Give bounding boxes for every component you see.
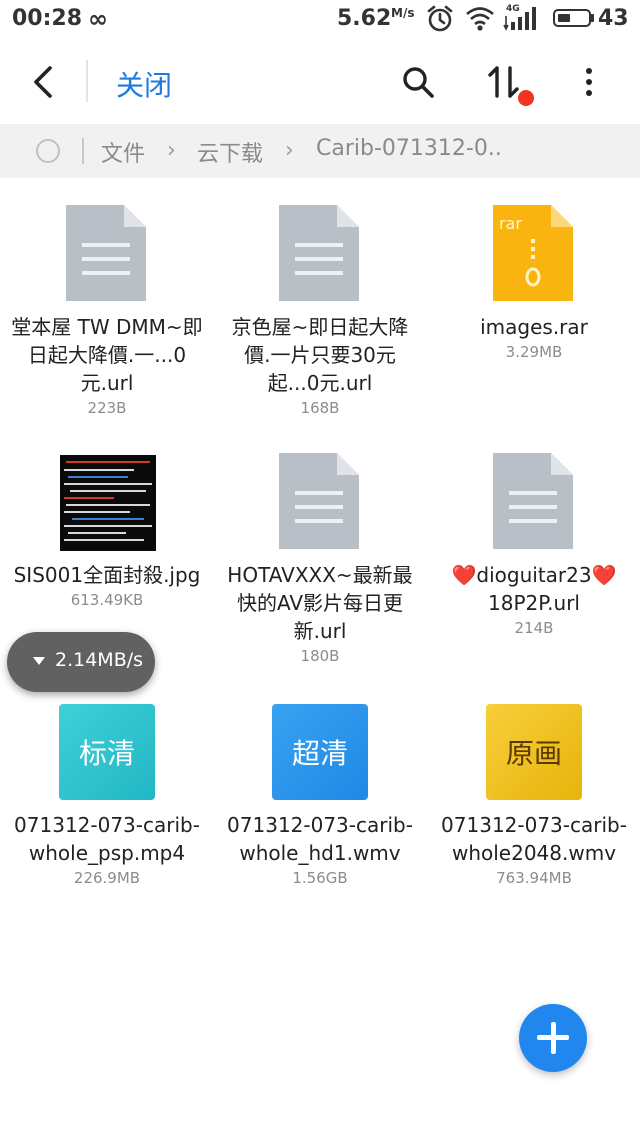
chevron-right-icon: › bbox=[167, 138, 176, 163]
url-file-icon bbox=[58, 205, 156, 303]
alarm-icon bbox=[427, 5, 453, 32]
add-button[interactable] bbox=[519, 1004, 587, 1072]
file-item[interactable]: HOTAVXXX~最新最快的AV影片每日更新.url 180B bbox=[213, 453, 427, 665]
file-size: 223B bbox=[87, 399, 127, 417]
breadcrumb: 文件 › 云下载 › Carib-071312-0.. bbox=[0, 124, 640, 178]
close-button[interactable]: 关闭 bbox=[116, 64, 172, 104]
breadcrumb-item-cloud-download[interactable]: 云下载 bbox=[197, 136, 263, 168]
file-item[interactable]: 超清 071312-073-carib-whole_hd1.wmv 1.56GB bbox=[213, 703, 427, 887]
file-name: 堂本屋 TW DMM~即日起大降價.一...0元.url bbox=[11, 315, 203, 395]
back-arrow-icon[interactable] bbox=[26, 62, 66, 102]
url-file-icon bbox=[271, 205, 369, 303]
battery-icon bbox=[553, 9, 591, 27]
image-thumbnail bbox=[58, 453, 156, 551]
file-name: 京色屋~即日起大降價.一片只要30元起...0元.url bbox=[231, 315, 409, 395]
file-item[interactable]: SIS001全面封殺.jpg 613.49KB bbox=[0, 453, 214, 609]
file-item[interactable]: rar images.rar 3.29MB bbox=[427, 205, 640, 361]
file-item[interactable]: ❤️dioguitar23❤️18P2P.url 214B bbox=[427, 453, 640, 637]
file-item[interactable]: 标清 071312-073-carib-whole_psp.mp4 226.9M… bbox=[0, 703, 214, 887]
file-item[interactable]: 原画 071312-073-carib-whole2048.wmv 763.94… bbox=[427, 703, 640, 887]
status-bar: 00:28 ∞ 5.62 M/s 4G 43 bbox=[0, 0, 640, 40]
file-size: 763.94MB bbox=[496, 869, 572, 887]
video-badge: 原画 bbox=[486, 704, 582, 800]
more-options-icon[interactable] bbox=[574, 62, 604, 102]
rar-file-icon: rar bbox=[485, 205, 583, 303]
top-app-bar: 关闭 bbox=[0, 40, 640, 124]
video-badge: 超清 bbox=[272, 704, 368, 800]
file-size: 613.49KB bbox=[70, 591, 144, 609]
file-item[interactable]: 京色屋~即日起大降價.一片只要30元起...0元.url 168B bbox=[213, 205, 427, 417]
file-name: 071312-073-carib-whole_hd1.wmv bbox=[227, 813, 413, 865]
file-name: 071312-073-carib-whole_psp.mp4 bbox=[14, 813, 200, 865]
file-size: 168B bbox=[300, 399, 340, 417]
file-name: HOTAVXXX~最新最快的AV影片每日更新.url bbox=[227, 563, 413, 643]
video-sd-icon: 标清 bbox=[58, 703, 156, 801]
file-size: 3.29MB bbox=[505, 343, 563, 361]
network-speed: 5.62 bbox=[337, 6, 392, 31]
battery-level: 43 bbox=[598, 6, 629, 31]
breadcrumb-divider bbox=[82, 138, 84, 164]
rar-badge: rar bbox=[499, 214, 522, 233]
chevron-right-icon: › bbox=[285, 138, 294, 163]
download-arrow-icon bbox=[33, 657, 45, 665]
file-name: images.rar bbox=[480, 315, 588, 339]
breadcrumb-item-current-folder[interactable]: Carib-071312-0.. bbox=[316, 136, 502, 161]
signal-icon bbox=[503, 7, 536, 31]
url-file-icon bbox=[271, 453, 369, 551]
loop-icon: ∞ bbox=[88, 5, 108, 33]
status-time: 00:28 bbox=[12, 6, 83, 31]
breadcrumb-item-files[interactable]: 文件 bbox=[101, 136, 145, 168]
file-item[interactable]: 堂本屋 TW DMM~即日起大降價.一...0元.url 223B bbox=[0, 205, 214, 417]
url-file-icon bbox=[485, 453, 583, 551]
file-name: 071312-073-carib-whole2048.wmv bbox=[441, 813, 627, 865]
file-size: 226.9MB bbox=[73, 869, 141, 887]
notification-dot bbox=[518, 90, 534, 106]
file-size: 180B bbox=[300, 647, 340, 665]
video-original-icon: 原画 bbox=[485, 703, 583, 801]
file-name: ❤️dioguitar23❤️18P2P.url bbox=[451, 563, 617, 615]
wifi-icon bbox=[466, 7, 494, 31]
network-speed-unit: M/s bbox=[391, 6, 415, 20]
download-speed-text: 2.14MB/s bbox=[55, 649, 144, 671]
file-size: 1.56GB bbox=[292, 869, 348, 887]
video-hd-icon: 超清 bbox=[271, 703, 369, 801]
video-badge: 标清 bbox=[59, 704, 155, 800]
battery-cap bbox=[591, 14, 594, 22]
file-size: 214B bbox=[514, 619, 554, 637]
search-icon[interactable] bbox=[398, 62, 438, 102]
appbar-divider bbox=[86, 60, 88, 102]
download-speed-indicator[interactable]: 2.14MB/s bbox=[7, 632, 155, 692]
file-name: SIS001全面封殺.jpg bbox=[13, 563, 201, 587]
select-all-circle-icon[interactable] bbox=[36, 139, 60, 163]
plus-icon-vertical bbox=[550, 1022, 556, 1054]
